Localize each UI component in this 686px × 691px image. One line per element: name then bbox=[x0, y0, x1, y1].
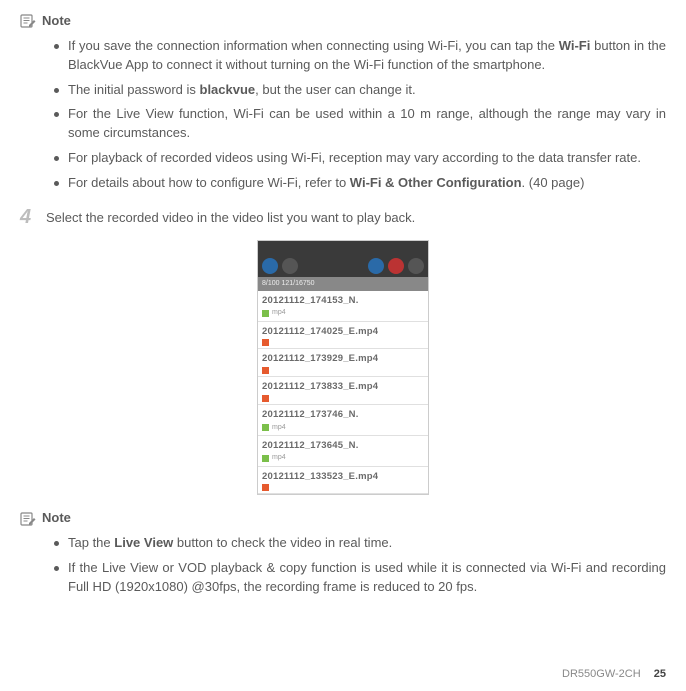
step-number: 4 bbox=[20, 207, 36, 228]
normal-indicator-icon bbox=[262, 424, 269, 431]
note-header: Note bbox=[20, 509, 666, 528]
page-number: 25 bbox=[654, 668, 666, 680]
video-meta: mp4 bbox=[262, 453, 424, 463]
event-indicator-icon bbox=[262, 339, 269, 346]
video-meta bbox=[262, 395, 424, 402]
liveview-icon bbox=[262, 258, 278, 274]
help-icon bbox=[388, 258, 404, 274]
video-ext: mp4 bbox=[272, 308, 286, 318]
note-title: Note bbox=[42, 12, 71, 31]
note-icon bbox=[20, 511, 36, 527]
normal-indicator-icon bbox=[262, 455, 269, 462]
note-block-2: Note Tap the Live View button to check t… bbox=[20, 509, 666, 596]
video-filename: 20121112_173746_N. bbox=[262, 408, 424, 422]
event-indicator-icon bbox=[262, 484, 269, 491]
note-item: If the Live View or VOD playback & copy … bbox=[54, 559, 666, 597]
note-item: The initial password is blackvue, but th… bbox=[54, 81, 666, 100]
app-topbar bbox=[258, 241, 428, 277]
video-ext: mp4 bbox=[272, 453, 286, 463]
note-list-1: If you save the connection information w… bbox=[20, 37, 666, 193]
topbar-copy bbox=[282, 258, 298, 274]
topbar-wifi bbox=[368, 258, 384, 274]
note-icon bbox=[20, 13, 36, 29]
settings-icon bbox=[408, 258, 424, 274]
note-item: Tap the Live View button to check the vi… bbox=[54, 534, 666, 553]
step-row: 4 Select the recorded video in the video… bbox=[20, 207, 666, 228]
video-meta bbox=[262, 484, 424, 491]
note-header: Note bbox=[20, 12, 666, 31]
video-list-row[interactable]: 20121112_133523_E.mp4 bbox=[258, 467, 428, 495]
video-list-row[interactable]: 20121112_173746_N.mp4 bbox=[258, 405, 428, 436]
topbar-liveview bbox=[262, 258, 278, 274]
step-text: Select the recorded video in the video l… bbox=[46, 207, 666, 228]
copy-icon bbox=[282, 258, 298, 274]
model-label: DR550GW-2CH bbox=[562, 668, 641, 680]
footer: DR550GW-2CH 25 bbox=[562, 667, 666, 683]
topbar-settings bbox=[408, 258, 424, 274]
note-list-2: Tap the Live View button to check the vi… bbox=[20, 534, 666, 597]
phone-screenshot: 8/100 121/16750 20121112_174153_N.mp4201… bbox=[257, 240, 429, 496]
video-list-row[interactable]: 20121112_174153_N.mp4 bbox=[258, 291, 428, 322]
video-meta: mp4 bbox=[262, 308, 424, 318]
video-filename: 20121112_173833_E.mp4 bbox=[262, 380, 424, 394]
note-item: For details about how to configure Wi-Fi… bbox=[54, 174, 666, 193]
event-indicator-icon bbox=[262, 395, 269, 402]
normal-indicator-icon bbox=[262, 310, 269, 317]
video-filename: 20121112_174153_N. bbox=[262, 294, 424, 308]
note-item: For the Live View function, Wi-Fi can be… bbox=[54, 105, 666, 143]
note-item: For playback of recorded videos using Wi… bbox=[54, 149, 666, 168]
video-list-row[interactable]: 20121112_173833_E.mp4 bbox=[258, 377, 428, 405]
note-block-1: Note If you save the connection informat… bbox=[20, 12, 666, 193]
video-list-row[interactable]: 20121112_174025_E.mp4 bbox=[258, 322, 428, 350]
video-meta bbox=[262, 367, 424, 374]
wifi-icon bbox=[368, 258, 384, 274]
video-list: 20121112_174153_N.mp420121112_174025_E.m… bbox=[258, 291, 428, 495]
page: Note If you save the connection informat… bbox=[0, 0, 686, 691]
video-filename: 20121112_173929_E.mp4 bbox=[262, 352, 424, 366]
event-indicator-icon bbox=[262, 367, 269, 374]
video-filename: 20121112_173645_N. bbox=[262, 439, 424, 453]
note-item: If you save the connection information w… bbox=[54, 37, 666, 75]
video-filename: 20121112_174025_E.mp4 bbox=[262, 325, 424, 339]
app-subbar: 8/100 121/16750 bbox=[258, 277, 428, 291]
video-meta: mp4 bbox=[262, 423, 424, 433]
video-filename: 20121112_133523_E.mp4 bbox=[262, 470, 424, 484]
video-list-row[interactable]: 20121112_173929_E.mp4 bbox=[258, 349, 428, 377]
video-meta bbox=[262, 339, 424, 346]
video-ext: mp4 bbox=[272, 423, 286, 433]
topbar-help bbox=[388, 258, 404, 274]
note-title: Note bbox=[42, 509, 71, 528]
video-list-row[interactable]: 20121112_173645_N.mp4 bbox=[258, 436, 428, 467]
